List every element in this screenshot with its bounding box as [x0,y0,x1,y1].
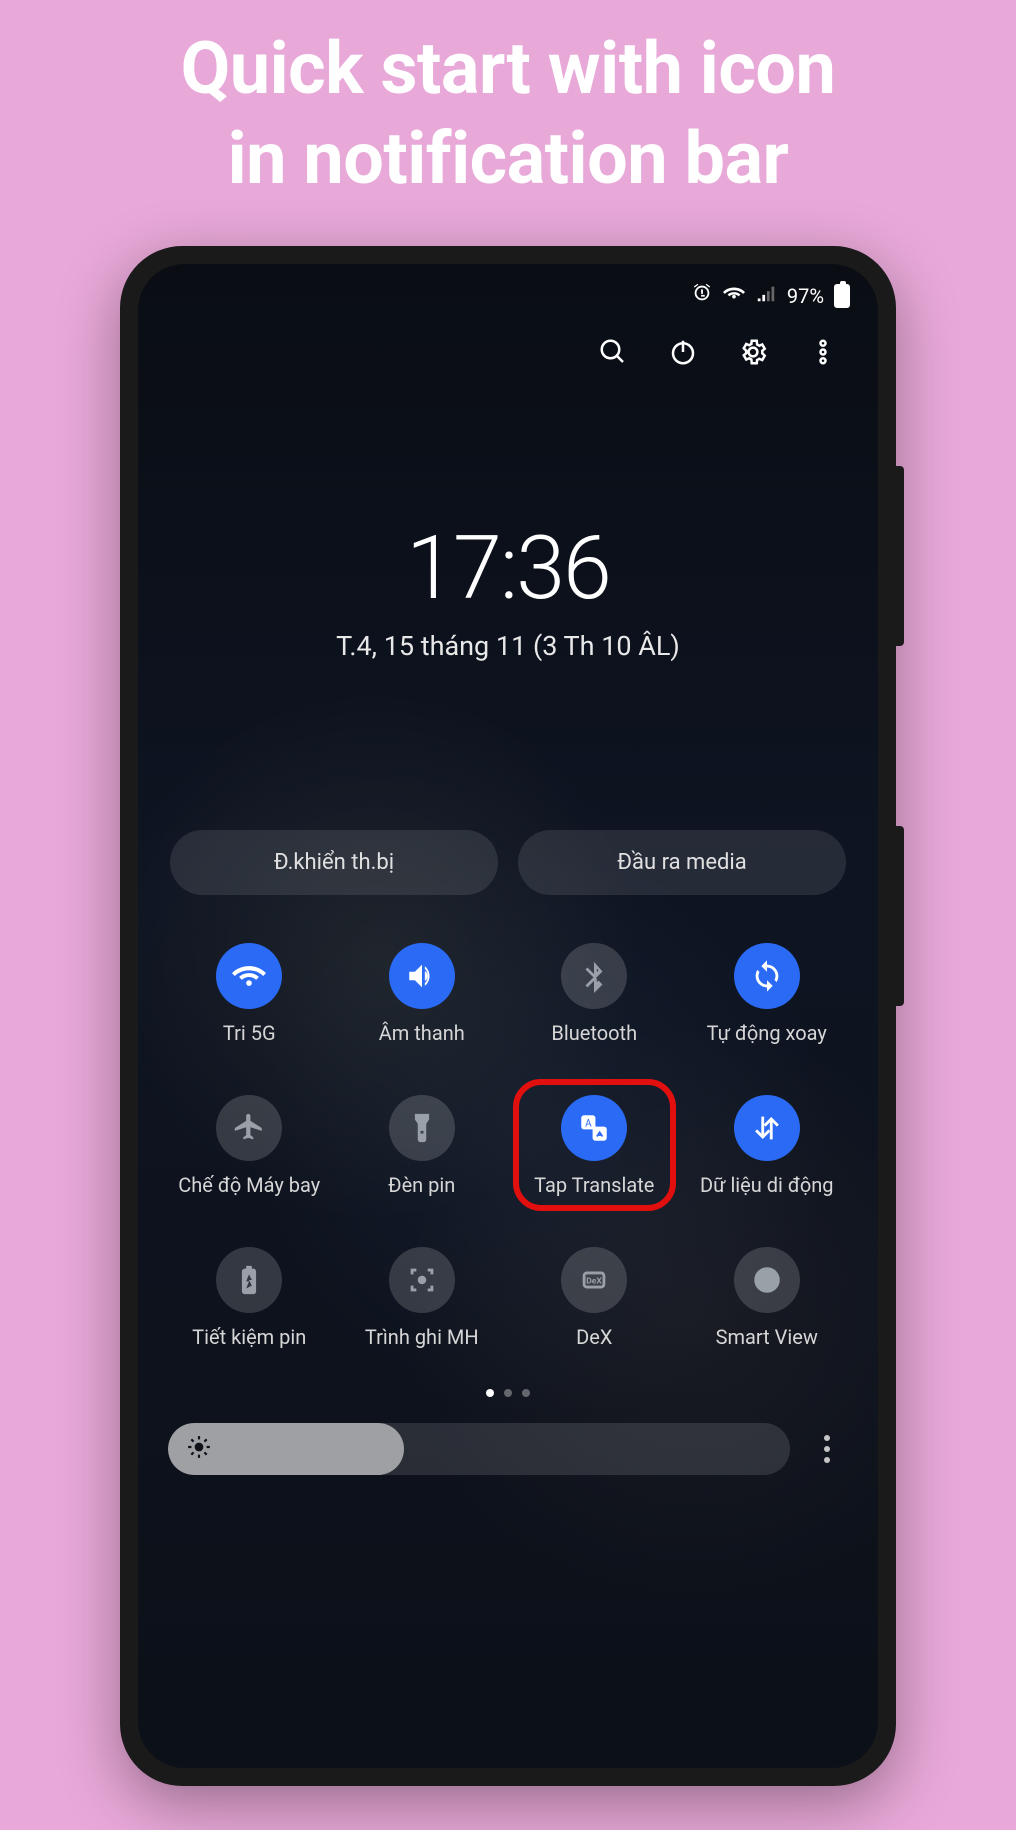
tile-label: Tap Translate [534,1173,654,1221]
page-dot [522,1389,530,1397]
tile-airplane[interactable]: Chế độ Máy bay [168,1087,331,1229]
battery-saver-icon [216,1247,282,1313]
promo-line-2: in notification bar [181,114,836,204]
control-pill-row: Đ.khiển th.bị Đầu ra media [138,830,878,895]
tile-label: Dữ liệu di động [700,1173,834,1221]
status-bar: 97% [138,264,878,309]
translate-icon: A [561,1095,627,1161]
brightness-more-icon[interactable] [806,1428,848,1470]
tile-label: Đèn pin [388,1173,455,1221]
more-icon[interactable] [808,337,838,367]
flashlight-icon [389,1095,455,1161]
volume-button [896,466,904,646]
tile-label: Smart View [716,1325,818,1373]
airplane-icon [216,1095,282,1161]
clock-area: 17:36 T.4, 15 tháng 11 (3 Th 10 ÂL) [138,517,878,662]
tile-flashlight[interactable]: Đèn pin [341,1087,504,1229]
phone-frame: 97% 17:36 T.4, 15 tháng 11 (3 Th 10 ÂL) [120,246,896,1786]
tile-label: Trình ghi MH [365,1325,479,1373]
page-dot [486,1389,494,1397]
smart-view-icon [734,1247,800,1313]
tile-tap-translate[interactable]: A Tap Translate [513,1087,676,1229]
svg-text:DeX: DeX [586,1277,602,1287]
wifi-icon [723,282,745,309]
sound-icon [389,943,455,1009]
settings-icon[interactable] [738,337,768,367]
phone-screen: 97% 17:36 T.4, 15 tháng 11 (3 Th 10 ÂL) [138,264,878,1768]
signal-icon [755,282,777,309]
screen-record-icon [389,1247,455,1313]
tile-label: DeX [576,1325,612,1373]
tile-label: Tiết kiệm pin [192,1325,306,1373]
battery-icon [834,284,850,308]
device-control-button[interactable]: Đ.khiển th.bị [170,830,498,895]
power-button [896,826,904,1006]
clock-time: 17:36 [138,517,878,620]
page-dot [504,1389,512,1397]
brightness-fill [168,1423,404,1475]
brightness-row [168,1423,848,1475]
tile-wifi[interactable]: Tri 5G [168,935,331,1077]
brightness-icon [186,1434,212,1464]
tile-auto-rotate[interactable]: Tự động xoay [686,935,849,1077]
tile-label: Chế độ Máy bay [178,1173,320,1221]
wifi-icon [216,943,282,1009]
tile-label: Bluetooth [551,1021,637,1069]
media-output-button[interactable]: Đầu ra media [518,830,846,895]
battery-percent: 97% [787,284,824,308]
svg-text:A: A [585,1119,592,1130]
tile-label: Tự động xoay [707,1021,827,1069]
power-icon[interactable] [668,337,698,367]
brightness-slider[interactable] [168,1423,790,1475]
page-indicator[interactable] [138,1389,878,1397]
search-icon[interactable] [598,337,628,367]
tile-label: Âm thanh [379,1021,465,1069]
promo-headline: Quick start with icon in notification ba… [181,24,836,204]
tile-smart-view[interactable]: Smart View [686,1239,849,1381]
dex-icon: DeX [561,1247,627,1313]
tile-label: Tri 5G [223,1021,276,1069]
rotate-icon [734,943,800,1009]
tile-dex[interactable]: DeX DeX [513,1239,676,1381]
clock-date: T.4, 15 tháng 11 (3 Th 10 ÂL) [138,630,878,662]
promo-line-1: Quick start with icon [181,24,836,114]
bluetooth-icon [561,943,627,1009]
panel-action-row [138,309,878,367]
tile-screen-recorder[interactable]: Trình ghi MH [341,1239,504,1381]
alarm-icon [691,282,713,309]
tile-battery-saver[interactable]: Tiết kiệm pin [168,1239,331,1381]
data-icon [734,1095,800,1161]
tile-bluetooth[interactable]: Bluetooth [513,935,676,1077]
tile-sound[interactable]: Âm thanh [341,935,504,1077]
tile-mobile-data[interactable]: Dữ liệu di động [686,1087,849,1229]
quick-settings-grid: Tri 5G Âm thanh Bluetooth Tự động xoay [138,895,878,1381]
